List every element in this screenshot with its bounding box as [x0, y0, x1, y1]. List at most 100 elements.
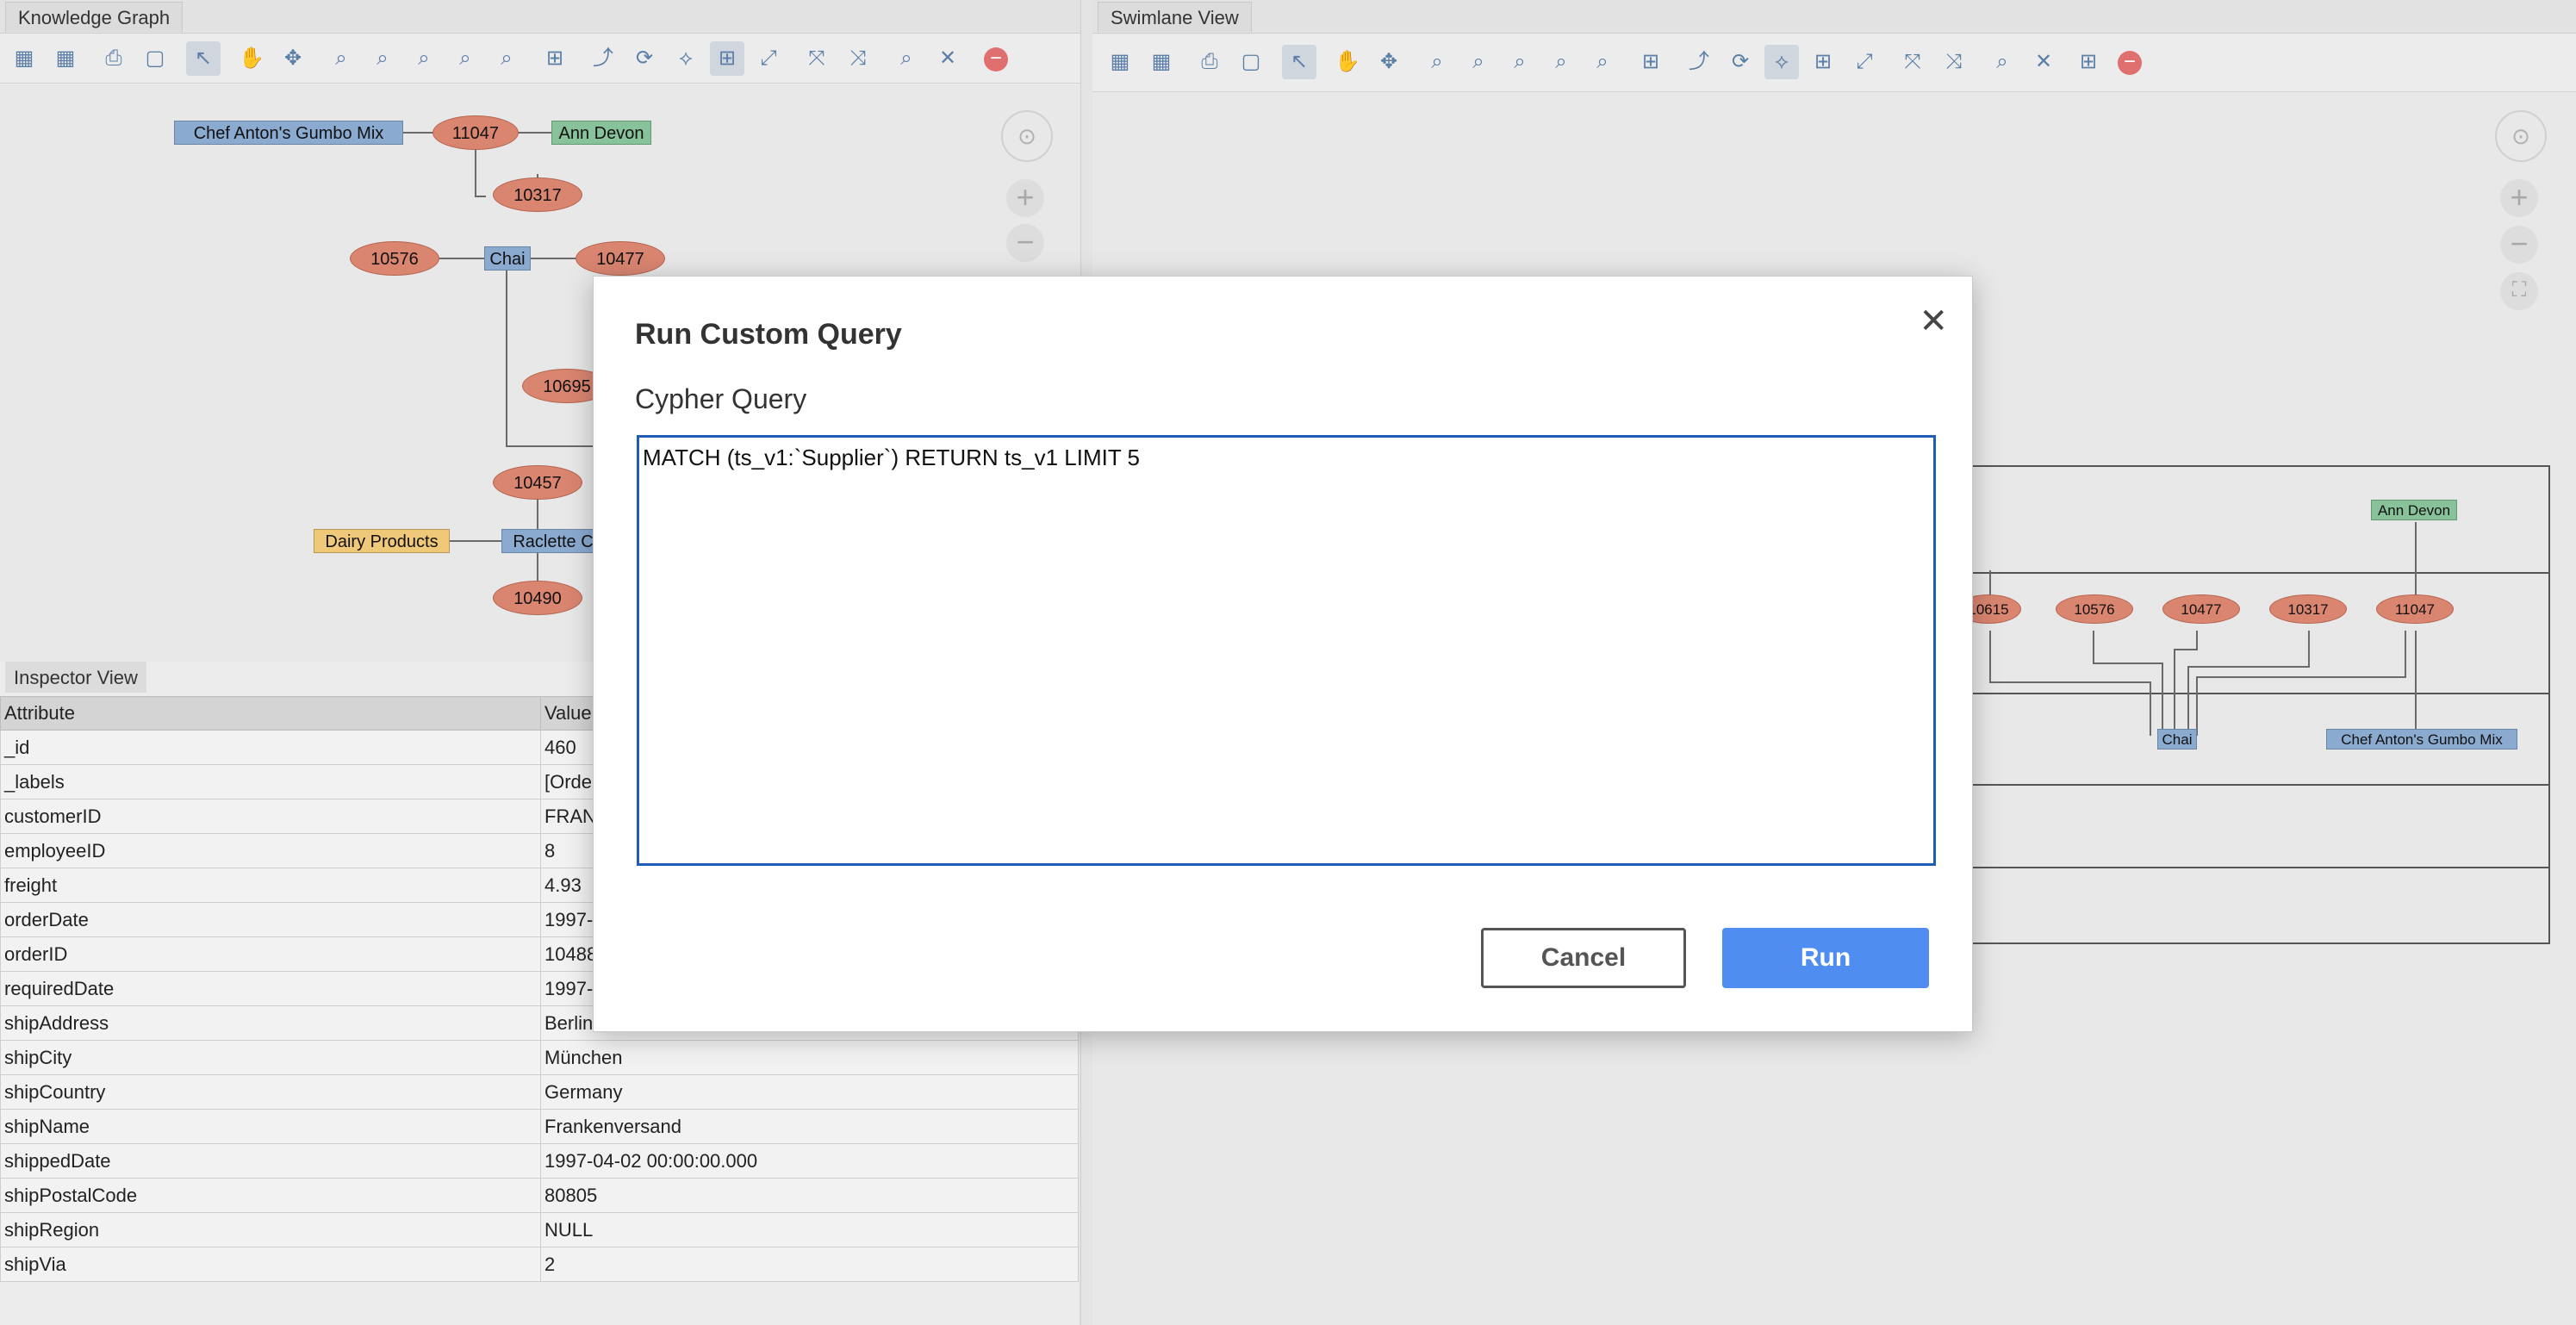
- refresh-layout-icon[interactable]: ⤨: [1937, 45, 1971, 79]
- zoom-in-icon[interactable]: ⌕: [407, 41, 441, 76]
- navigation-control-icon[interactable]: ⊙: [1001, 110, 1053, 162]
- zoom-out-button[interactable]: −: [2500, 226, 2538, 264]
- attribute-cell: _labels: [0, 764, 541, 799]
- graph-node-order[interactable]: 10317: [493, 177, 582, 212]
- zoom-reset-icon[interactable]: ⌕: [1585, 45, 1620, 79]
- dialog-title: Run Custom Query: [635, 318, 902, 351]
- fit-screen-button[interactable]: ⛶: [2500, 272, 2538, 310]
- tab-knowledge-graph[interactable]: Knowledge Graph: [5, 2, 184, 32]
- zoom-tool-icon[interactable]: ⌕: [1420, 45, 1454, 79]
- zoom-reset-icon[interactable]: ⌕: [489, 41, 524, 76]
- pan-tool-icon[interactable]: ✋: [234, 41, 269, 76]
- expand-icon[interactable]: ⤧: [1895, 45, 1930, 79]
- swimlane-settings-icon[interactable]: ⊞: [2071, 45, 2106, 79]
- close-icon[interactable]: ✕: [1919, 304, 1948, 339]
- graph-node-order[interactable]: 11047: [432, 115, 519, 150]
- graph-node-product[interactable]: Raclette C: [501, 529, 605, 553]
- table-row[interactable]: shipCity München: [0, 1040, 1079, 1075]
- zoom-out-icon[interactable]: ⌕: [448, 41, 482, 76]
- swimlane-node-order[interactable]: 10477: [2162, 594, 2240, 624]
- pan-tool-icon[interactable]: ✋: [1330, 45, 1365, 79]
- remove-icon[interactable]: −: [979, 41, 1013, 76]
- zoom-in-button[interactable]: +: [1006, 179, 1044, 217]
- value-cell: 2: [540, 1247, 1079, 1282]
- layout-organic-icon[interactable]: ⟡: [669, 41, 703, 76]
- move-tool-icon[interactable]: ✥: [1372, 45, 1406, 79]
- remove-icon-glyph: −: [2118, 51, 2142, 75]
- clear-icon[interactable]: ✕: [930, 41, 965, 76]
- table-row[interactable]: shipVia 2: [0, 1247, 1079, 1282]
- cypher-query-input[interactable]: MATCH (ts_v1:`Supplier`) RETURN ts_v1 LI…: [637, 435, 1936, 866]
- navigation-control-icon[interactable]: ⊙: [2495, 110, 2547, 162]
- zoom-in-icon[interactable]: ⌕: [1503, 45, 1537, 79]
- graph-node-order[interactable]: 10477: [576, 241, 665, 276]
- layout-orthogonal-icon[interactable]: ⊞: [710, 41, 744, 76]
- swimlane-node-product[interactable]: Chai: [2157, 729, 2197, 750]
- layout-organic-icon[interactable]: ⟡: [1764, 45, 1799, 79]
- tab-swimlane-view[interactable]: Swimlane View: [1098, 2, 1252, 32]
- zoom-fit-icon[interactable]: ⌕: [1461, 45, 1496, 79]
- value-cell: München: [540, 1040, 1079, 1075]
- layout-orthogonal-icon[interactable]: ⊞: [1806, 45, 1840, 79]
- swimlane-node-product[interactable]: Chef Anton's Gumbo Mix: [2326, 729, 2517, 750]
- save-icon[interactable]: ▦: [1144, 45, 1179, 79]
- column-header-attribute[interactable]: Attribute: [0, 696, 541, 731]
- layout-circular-icon[interactable]: ⟳: [627, 41, 662, 76]
- table-row[interactable]: shipCountry Germany: [0, 1074, 1079, 1110]
- tab-inspector-view[interactable]: Inspector View: [5, 662, 146, 693]
- zoom-fit-icon[interactable]: ⌕: [365, 41, 400, 76]
- refresh-layout-icon[interactable]: ⤨: [841, 41, 875, 76]
- move-tool-icon[interactable]: ✥: [276, 41, 310, 76]
- print-icon[interactable]: ⎙: [96, 41, 131, 76]
- zoom-out-button[interactable]: −: [1006, 224, 1044, 262]
- search-icon[interactable]: ⌕: [889, 41, 924, 76]
- swimlane-node-order[interactable]: 10317: [2269, 594, 2347, 624]
- zoom-in-button[interactable]: +: [2500, 179, 2538, 217]
- table-row[interactable]: shipPostalCode 80805: [0, 1178, 1079, 1213]
- layout-circular-icon[interactable]: ⟳: [1723, 45, 1758, 79]
- knowledge-graph-toolbar: ▦ ▦ ⎙ ▢ ↖ ✋ ✥ ⌕ ⌕ ⌕ ⌕ ⌕ ⊞ ⤴ ⟳ ⟡ ⊞ ⤢ ⤧ ⤨ …: [0, 34, 1080, 84]
- layout-tree-icon[interactable]: ⤴: [1682, 45, 1716, 79]
- expand-icon[interactable]: ⤧: [800, 41, 834, 76]
- print-icon[interactable]: ⎙: [1192, 45, 1227, 79]
- print-preview-icon[interactable]: ▢: [1234, 45, 1268, 79]
- table-row[interactable]: shippedDate 1997-04-02 00:00:00.000: [0, 1143, 1079, 1179]
- table-row[interactable]: shipName Frankenversand: [0, 1109, 1079, 1144]
- remove-icon[interactable]: −: [2112, 45, 2147, 79]
- knowledge-graph-tabbar: Knowledge Graph: [0, 0, 1080, 34]
- layout-radial-icon[interactable]: ⤢: [751, 41, 786, 76]
- save-icon[interactable]: ▦: [48, 41, 83, 76]
- select-tool-icon[interactable]: ↖: [186, 41, 221, 76]
- attribute-cell: shipCountry: [0, 1074, 541, 1110]
- zoom-out-icon[interactable]: ⌕: [1544, 45, 1578, 79]
- swimlane-node-employee[interactable]: Ann Devon: [2371, 500, 2457, 520]
- graph-node-product[interactable]: Chai: [484, 246, 531, 271]
- print-preview-icon[interactable]: ▢: [138, 41, 172, 76]
- run-button[interactable]: Run: [1722, 928, 1929, 988]
- graph-node-employee[interactable]: Ann Devon: [551, 121, 651, 145]
- graph-node-product[interactable]: Chef Anton's Gumbo Mix: [174, 121, 403, 145]
- table-row[interactable]: shipRegion NULL: [0, 1212, 1079, 1247]
- layout-grid-icon[interactable]: ⊞: [538, 41, 572, 76]
- cypher-query-label: Cypher Query: [635, 383, 807, 414]
- graph-node-order[interactable]: 10490: [493, 581, 582, 615]
- export-icon[interactable]: ▦: [7, 41, 41, 76]
- value-cell: Frankenversand: [540, 1109, 1079, 1144]
- cancel-button[interactable]: Cancel: [1481, 928, 1686, 988]
- zoom-tool-icon[interactable]: ⌕: [324, 41, 358, 76]
- layout-grid-icon[interactable]: ⊞: [1633, 45, 1668, 79]
- graph-node-order[interactable]: 10457: [493, 465, 582, 500]
- graph-node-order[interactable]: 10576: [350, 241, 439, 276]
- layout-radial-icon[interactable]: ⤢: [1847, 45, 1882, 79]
- select-tool-icon[interactable]: ↖: [1282, 45, 1316, 79]
- attribute-cell: shipPostalCode: [0, 1178, 541, 1213]
- clear-icon[interactable]: ✕: [2026, 45, 2061, 79]
- layout-tree-icon[interactable]: ⤴: [586, 41, 620, 76]
- run-custom-query-dialog: Run Custom Query ✕ Cypher Query MATCH (t…: [593, 276, 1973, 1032]
- swimlane-node-order[interactable]: 10576: [2056, 594, 2133, 624]
- graph-node-category[interactable]: Dairy Products: [314, 529, 450, 553]
- attribute-cell: shipVia: [0, 1247, 541, 1282]
- swimlane-node-order[interactable]: 11047: [2376, 594, 2454, 624]
- search-icon[interactable]: ⌕: [1985, 45, 2019, 79]
- export-icon[interactable]: ▦: [1103, 45, 1137, 79]
